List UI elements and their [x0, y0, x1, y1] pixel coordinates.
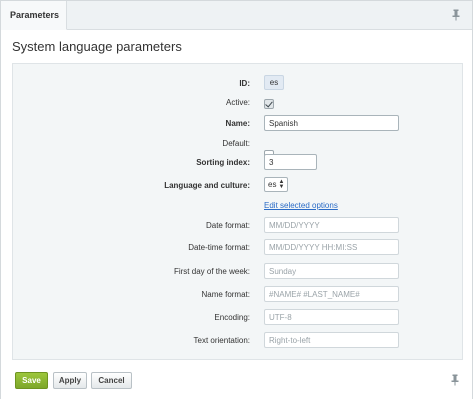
text-orientation-field[interactable]: Right-to-left — [264, 332, 399, 348]
id-label: ID: — [239, 79, 250, 88]
name-field[interactable]: Spanish — [264, 115, 399, 131]
name-format-label: Name format: — [201, 290, 250, 299]
date-format-label: Date format: — [205, 221, 250, 230]
default-label: Default: — [222, 139, 250, 148]
pin-icon[interactable] — [450, 374, 460, 386]
language-culture-value: es — [268, 180, 277, 189]
first-day-label: First day of the week: — [173, 267, 250, 276]
active-checkbox[interactable] — [264, 99, 274, 109]
pin-icon[interactable] — [451, 9, 461, 21]
sorting-index-label: Sorting index: — [196, 158, 250, 167]
tab-bar: Parameters — [1, 1, 472, 30]
tab-parameters[interactable]: Parameters — [1, 1, 67, 30]
date-format-field[interactable]: MM/DD/YYYY — [264, 217, 399, 233]
cancel-button[interactable]: Cancel — [91, 372, 132, 389]
datetime-format-label: Date-time format: — [188, 243, 250, 252]
id-value: es — [264, 75, 284, 90]
sorting-index-field[interactable]: 3 — [264, 154, 317, 170]
language-culture-label: Language and culture: — [164, 181, 250, 190]
active-label: Active: — [225, 98, 250, 107]
edit-selected-options-link[interactable]: Edit selected options — [264, 201, 338, 210]
name-label: Name: — [225, 119, 250, 128]
encoding-field[interactable]: UTF-8 — [264, 309, 399, 325]
updown-arrows-icon: ▲ ▼ — [278, 178, 285, 190]
apply-button[interactable]: Apply — [53, 372, 87, 389]
datetime-format-field[interactable]: MM/DD/YYYY HH:MI:SS — [264, 239, 399, 255]
language-culture-select[interactable]: es ▲ ▼ — [264, 177, 288, 192]
text-orientation-label: Text orientation: — [193, 336, 250, 345]
first-day-field[interactable]: Sunday — [264, 263, 399, 279]
page-title: System language parameters — [12, 39, 182, 54]
save-button[interactable]: Save — [15, 372, 48, 389]
settings-window: Parameters System language parameters ID… — [0, 0, 473, 399]
footer-bar: Save Apply Cancel — [1, 361, 472, 399]
form-panel: ID: es Active: Name: Spanish Default: So… — [12, 63, 463, 360]
name-format-field[interactable]: #NAME# #LAST_NAME# — [264, 286, 399, 302]
encoding-label: Encoding: — [214, 313, 250, 322]
